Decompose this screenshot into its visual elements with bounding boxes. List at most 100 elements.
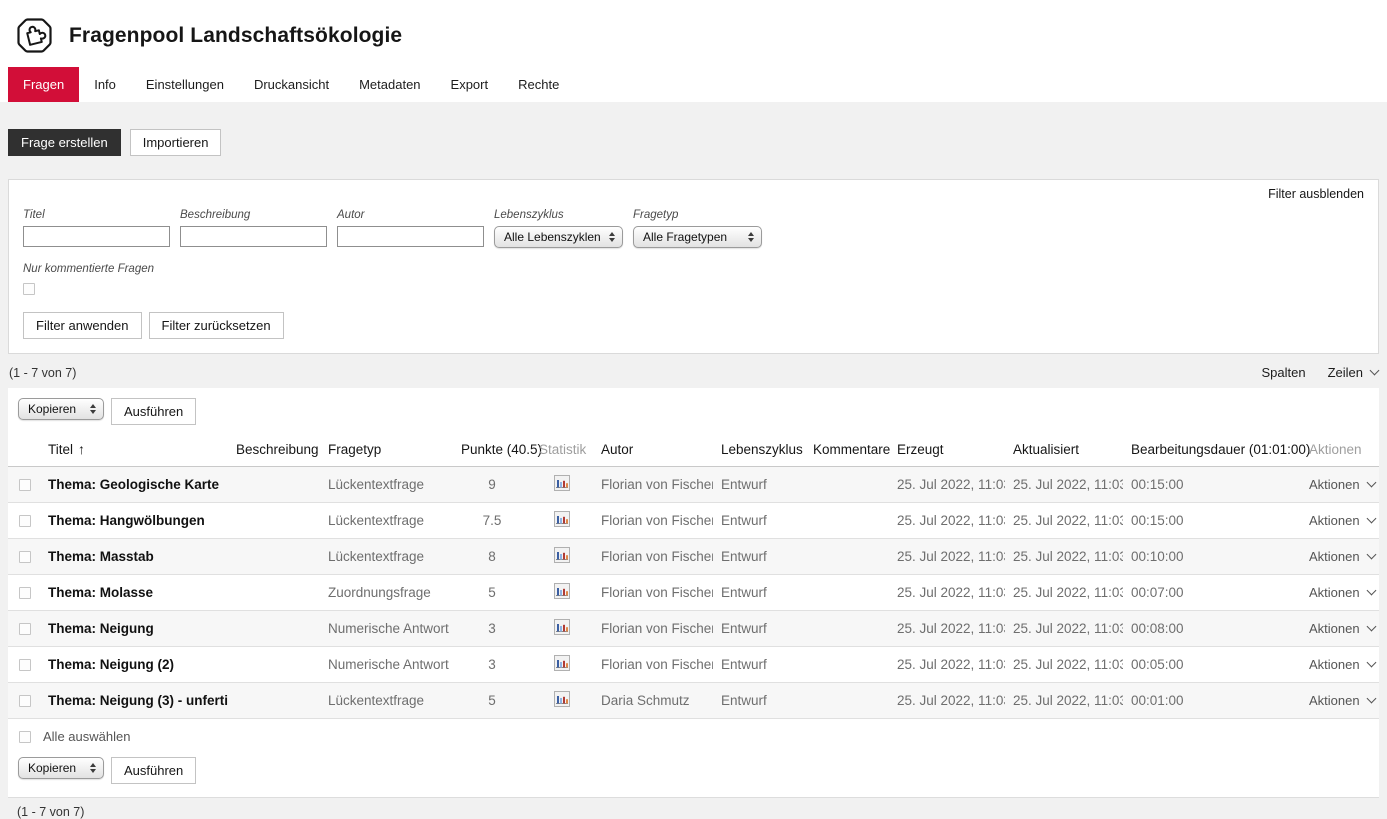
- row-actions-dropdown[interactable]: Aktionen: [1309, 693, 1375, 708]
- tab-druckansicht[interactable]: Druckansicht: [239, 67, 344, 102]
- row-checkbox[interactable]: [19, 695, 31, 707]
- fragetyp-select[interactable]: Alle Fragetypen: [633, 226, 762, 248]
- select-all-checkbox[interactable]: [19, 731, 31, 743]
- select-all-label: Alle auswählen: [43, 729, 130, 744]
- column-header-erzeugt[interactable]: Erzeugt: [889, 434, 1005, 467]
- statistics-icon[interactable]: [554, 691, 570, 710]
- question-title-link[interactable]: Thema: Neigung: [40, 611, 228, 647]
- row-checkbox[interactable]: [19, 515, 31, 527]
- hide-filter-link[interactable]: Filter ausblenden: [1268, 187, 1364, 201]
- question-pool-puzzle-icon: [15, 16, 54, 55]
- cell-bearbeitungsdauer: 00:10:00: [1123, 539, 1301, 575]
- beschreibung-input[interactable]: [180, 226, 327, 247]
- lebenszyklus-label: Lebenszyklus: [494, 209, 623, 221]
- statistics-icon[interactable]: [554, 511, 570, 530]
- statistics-icon[interactable]: [554, 583, 570, 602]
- sort-ascending-icon: ↑: [78, 441, 85, 457]
- bulk-action-select-top[interactable]: Kopieren: [18, 398, 104, 420]
- column-header-fragetyp[interactable]: Fragetyp: [320, 434, 453, 467]
- execute-button-top[interactable]: Ausführen: [111, 398, 196, 425]
- chevron-down-icon: [1366, 622, 1376, 632]
- column-header-lebenszyklus[interactable]: Lebenszyklus: [713, 434, 805, 467]
- table-header-row: Titel↑ Beschreibung Fragetyp Punkte (40.…: [8, 434, 1379, 467]
- row-actions-label: Aktionen: [1309, 513, 1360, 528]
- bulk-action-select-bottom[interactable]: Kopieren: [18, 757, 104, 779]
- tab-rechte[interactable]: Rechte: [503, 67, 574, 102]
- tab-export[interactable]: Export: [436, 67, 504, 102]
- autor-label: Autor: [337, 209, 484, 221]
- lebenszyklus-select[interactable]: Alle Lebenszyklen: [494, 226, 623, 248]
- cell-punkte: 9: [453, 467, 531, 503]
- row-checkbox[interactable]: [19, 479, 31, 491]
- select-arrows-icon: [90, 404, 96, 414]
- cell-fragetyp: Lückentextfrage: [320, 467, 453, 503]
- column-header-beschreibung[interactable]: Beschreibung: [228, 434, 320, 467]
- question-title-link[interactable]: Thema: Neigung (3) - unfertig: [40, 683, 228, 719]
- row-actions-dropdown[interactable]: Aktionen: [1309, 621, 1375, 636]
- question-title-link[interactable]: Thema: Molasse: [40, 575, 228, 611]
- cell-fragetyp: Lückentextfrage: [320, 503, 453, 539]
- commented-only-checkbox[interactable]: [23, 283, 35, 295]
- column-header-autor[interactable]: Autor: [593, 434, 713, 467]
- row-actions-dropdown[interactable]: Aktionen: [1309, 549, 1375, 564]
- column-header-titel[interactable]: Titel↑: [40, 434, 228, 467]
- cell-fragetyp: Zuordnungsfrage: [320, 575, 453, 611]
- row-actions-dropdown[interactable]: Aktionen: [1309, 477, 1375, 492]
- question-title-link[interactable]: Thema: Geologische Karte: [40, 467, 228, 503]
- row-checkbox[interactable]: [19, 587, 31, 599]
- cell-bearbeitungsdauer: 00:08:00: [1123, 611, 1301, 647]
- reset-filter-button[interactable]: Filter zurücksetzen: [149, 312, 284, 339]
- row-checkbox[interactable]: [19, 623, 31, 635]
- autor-input[interactable]: [337, 226, 484, 247]
- main-content: Frage erstellen Importieren Filter ausbl…: [0, 129, 1387, 819]
- cell-autor: Florian von Fischer: [593, 503, 713, 539]
- question-title-link[interactable]: Thema: Hangwölbungen: [40, 503, 228, 539]
- select-all-row: Alle auswählen: [8, 719, 1379, 748]
- cell-erzeugt: 25. Jul 2022, 11:03: [889, 575, 1005, 611]
- tab-metadaten[interactable]: Metadaten: [344, 67, 435, 102]
- tab-fragen[interactable]: Fragen: [8, 67, 79, 102]
- titel-input[interactable]: [23, 226, 170, 247]
- create-question-button[interactable]: Frage erstellen: [8, 129, 121, 156]
- header: Fragenpool Landschaftsökologie: [0, 0, 1387, 67]
- execute-button-bottom[interactable]: Ausführen: [111, 757, 196, 784]
- column-header-aktualisiert[interactable]: Aktualisiert: [1005, 434, 1123, 467]
- column-header-kommentare[interactable]: Kommentare: [805, 434, 889, 467]
- columns-menu[interactable]: Spalten: [1261, 365, 1305, 380]
- cell-erzeugt: 25. Jul 2022, 11:03: [889, 647, 1005, 683]
- cell-beschreibung: [228, 467, 320, 503]
- row-actions-dropdown[interactable]: Aktionen: [1309, 585, 1375, 600]
- cell-bearbeitungsdauer: 00:15:00: [1123, 467, 1301, 503]
- bulk-action-value: Kopieren: [28, 402, 76, 416]
- tab-einstellungen[interactable]: Einstellungen: [131, 67, 239, 102]
- row-actions-dropdown[interactable]: Aktionen: [1309, 513, 1375, 528]
- statistics-icon[interactable]: [554, 547, 570, 566]
- commented-only-field: Nur kommentierte Fragen: [23, 263, 1364, 295]
- commented-only-label: Nur kommentierte Fragen: [23, 263, 1364, 275]
- row-actions-dropdown[interactable]: Aktionen: [1309, 657, 1375, 672]
- statistics-icon[interactable]: [554, 475, 570, 494]
- cell-aktualisiert: 25. Jul 2022, 11:03: [1005, 539, 1123, 575]
- question-title-link[interactable]: Thema: Neigung (2): [40, 647, 228, 683]
- statistics-icon[interactable]: [554, 619, 570, 638]
- row-checkbox[interactable]: [19, 659, 31, 671]
- apply-filter-button[interactable]: Filter anwenden: [23, 312, 142, 339]
- row-actions-label: Aktionen: [1309, 477, 1360, 492]
- row-checkbox[interactable]: [19, 551, 31, 563]
- table-row: Thema: Geologische Karte Lückentextfrage…: [8, 467, 1379, 503]
- statistics-icon[interactable]: [554, 655, 570, 674]
- cell-aktualisiert: 25. Jul 2022, 11:03: [1005, 611, 1123, 647]
- lebenszyklus-select-value: Alle Lebenszyklen: [504, 230, 601, 244]
- cell-aktualisiert: 25. Jul 2022, 11:03: [1005, 575, 1123, 611]
- column-header-punkte[interactable]: Punkte (40.5): [453, 434, 531, 467]
- cell-punkte: 3: [453, 611, 531, 647]
- import-button[interactable]: Importieren: [130, 129, 222, 156]
- cell-lebenszyklus: Entwurf: [713, 575, 805, 611]
- cell-autor: Florian von Fischer: [593, 647, 713, 683]
- filter-fields: Titel Beschreibung Autor Lebenszyklus Al…: [23, 209, 1364, 248]
- column-header-bearbeitungsdauer[interactable]: Bearbeitungsdauer (01:01:00): [1123, 434, 1301, 467]
- rows-menu[interactable]: Zeilen: [1328, 365, 1378, 380]
- table-meta-row: (1 - 7 von 7) Spalten Zeilen: [9, 365, 1378, 380]
- tab-info[interactable]: Info: [79, 67, 131, 102]
- question-title-link[interactable]: Thema: Masstab: [40, 539, 228, 575]
